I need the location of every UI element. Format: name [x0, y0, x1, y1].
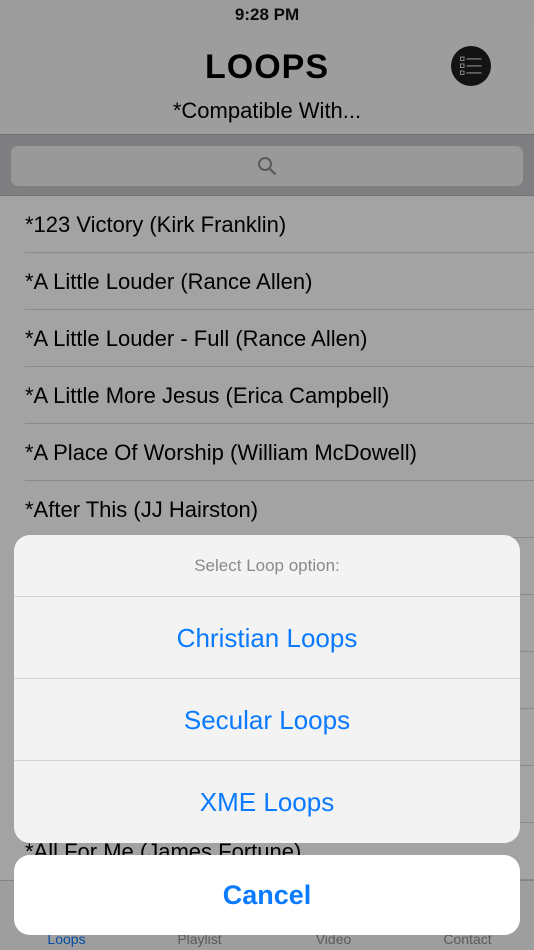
- xme-loops-option[interactable]: XME Loops: [14, 761, 520, 843]
- action-sheet-title: Select Loop option:: [14, 535, 520, 597]
- christian-loops-option[interactable]: Christian Loops: [14, 597, 520, 679]
- secular-loops-option[interactable]: Secular Loops: [14, 679, 520, 761]
- cancel-button[interactable]: Cancel: [14, 855, 520, 935]
- action-sheet: Select Loop option: Christian Loops Secu…: [14, 535, 520, 843]
